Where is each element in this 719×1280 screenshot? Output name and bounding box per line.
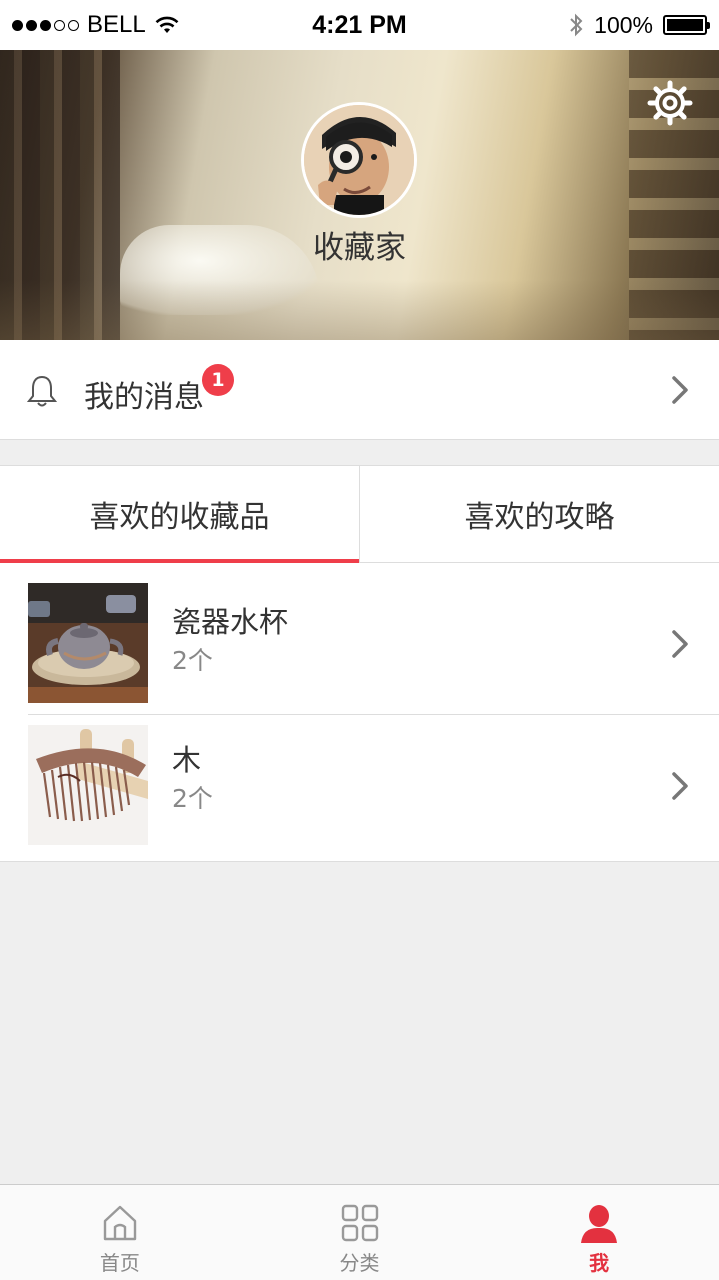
status-bar: BELL 4:21 PM 100% bbox=[0, 0, 719, 50]
wifi-icon bbox=[155, 16, 179, 33]
tab-liked-collectibles[interactable]: 喜欢的收藏品 bbox=[0, 466, 359, 563]
messages-label: 我的消息 bbox=[84, 380, 204, 415]
tabbar-home[interactable]: 首页 bbox=[0, 1185, 240, 1280]
favorites-list: 瓷器水杯 2个 木 2个 bbox=[0, 563, 719, 862]
item-count: 2个 bbox=[172, 784, 213, 813]
item-title: 木 bbox=[172, 743, 202, 777]
battery-icon bbox=[663, 15, 710, 35]
item-title: 瓷器水杯 bbox=[172, 605, 289, 639]
user-icon bbox=[581, 1205, 618, 1243]
tabbar-category[interactable]: 分类 bbox=[240, 1185, 480, 1280]
chevron-right-icon bbox=[672, 376, 688, 404]
signal-strength-icon bbox=[12, 19, 79, 31]
chevron-right-icon bbox=[672, 772, 688, 800]
bottom-tab-bar: 首页 分类 我 bbox=[0, 1184, 719, 1280]
avatar[interactable] bbox=[301, 102, 417, 218]
username: 收藏家 bbox=[313, 230, 406, 266]
carrier-name: BELL bbox=[87, 11, 146, 38]
tabbar-label: 分类 bbox=[339, 1251, 380, 1275]
grid-icon bbox=[341, 1204, 378, 1242]
status-right: 100% bbox=[568, 11, 710, 39]
bluetooth-icon bbox=[570, 13, 583, 37]
wooden-comb-thumbnail bbox=[28, 725, 148, 845]
list-item[interactable]: 瓷器水杯 2个 bbox=[0, 563, 719, 715]
tabbar-label: 首页 bbox=[99, 1251, 140, 1275]
tab-liked-guides[interactable]: 喜欢的攻略 bbox=[359, 466, 719, 562]
messages-row[interactable]: 我的消息 1 bbox=[0, 340, 719, 440]
list-item[interactable]: 木 2个 bbox=[0, 713, 719, 861]
unread-badge: 1 bbox=[202, 364, 234, 396]
profile-header: 收藏家 bbox=[0, 50, 719, 340]
home-icon bbox=[103, 1205, 137, 1241]
item-count: 2个 bbox=[172, 646, 213, 675]
chevron-right-icon bbox=[672, 630, 688, 658]
tabbar-label: 我 bbox=[589, 1251, 610, 1275]
avatar-image bbox=[304, 105, 414, 215]
tabbar-me[interactable]: 我 bbox=[479, 1185, 719, 1280]
bell-icon bbox=[26, 375, 58, 407]
carrier-signal: BELL bbox=[12, 11, 180, 39]
battery-percent: 100% bbox=[594, 11, 653, 38]
favorites-tabs: 喜欢的收藏品 喜欢的攻略 bbox=[0, 465, 719, 563]
porcelain-teapot-thumbnail bbox=[28, 583, 148, 703]
gear-icon[interactable] bbox=[647, 80, 693, 126]
